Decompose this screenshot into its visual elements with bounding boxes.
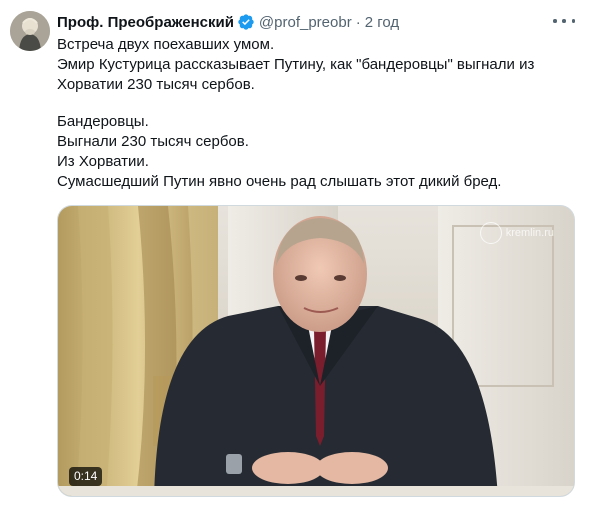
tweet-text-line: Из Хорватии. — [57, 153, 149, 170]
eagle-emblem-icon — [479, 222, 502, 244]
author-handle[interactable]: @prof_preobr — [259, 14, 352, 31]
video-duration-badge: 0:14 — [69, 467, 103, 486]
tweet-text-line: Выгнали 230 тысяч сербов. — [57, 133, 249, 150]
watermark: kremlin.ru — [479, 222, 554, 244]
separator-dot: · — [355, 13, 361, 31]
tweet-text-line: Хорватии 230 тысяч сербов. — [57, 76, 255, 93]
more-options-icon[interactable] — [553, 13, 575, 29]
tweet-text-line: Эмир Кустурица рассказывает Путину, как … — [57, 56, 535, 73]
video-thumbnail — [58, 206, 574, 496]
avatar-image — [10, 11, 50, 51]
watermark-text: kremlin.ru — [505, 227, 554, 239]
tweet-body: Встреча двух поехавших умом. Эмир Кустур… — [57, 35, 577, 192]
tweet-timestamp[interactable]: 2 год — [365, 14, 399, 31]
tweet-text-line: Бандеровцы. — [57, 113, 149, 130]
author-display-name[interactable]: Проф. Преображенский — [57, 14, 234, 31]
video-player[interactable]: kremlin.ru 0:14 — [57, 205, 575, 497]
avatar[interactable] — [10, 11, 50, 51]
verified-badge-icon — [237, 13, 255, 31]
tweet-header: Проф. Преображенский @prof_preobr · 2 го… — [57, 12, 577, 32]
tweet-card[interactable]: Проф. Преображенский @prof_preobr · 2 го… — [0, 0, 589, 510]
tweet-text-line: Встреча двух поехавших умом. — [57, 36, 275, 53]
tweet-text-line: Сумасшедший Путин явно очень рад слышать… — [57, 173, 502, 190]
